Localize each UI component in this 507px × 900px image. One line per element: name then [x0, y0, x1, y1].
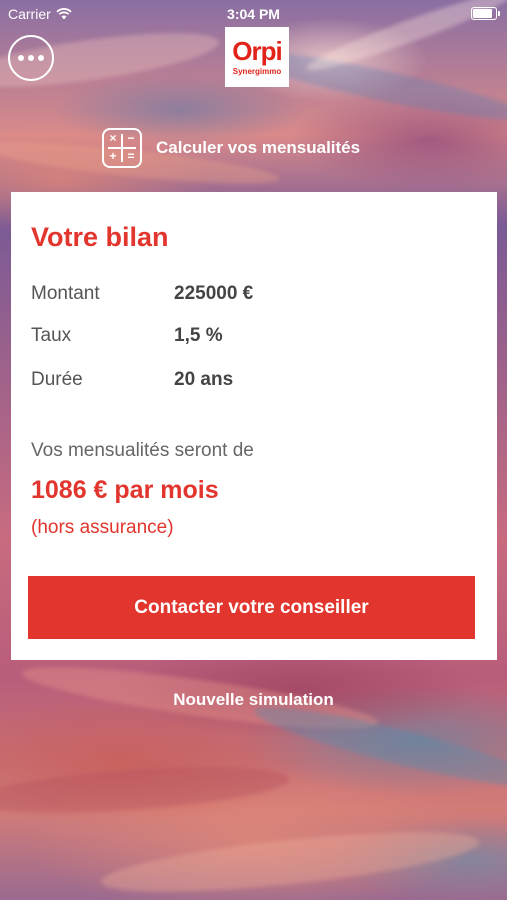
monthly-amount: 1086 € par mois	[31, 476, 219, 504]
orpi-logo: Orpi Synergimmo	[225, 27, 289, 87]
menu-dot	[38, 55, 44, 61]
row-value: 20 ans	[174, 369, 234, 390]
calc-symbol: ×	[109, 131, 117, 145]
status-bar: Carrier 3:04 PM	[0, 0, 507, 26]
monthly-intro: Vos mensualités seront de	[31, 440, 254, 461]
contact-advisor-button[interactable]: Contacter votre conseiller	[28, 576, 475, 639]
status-time: 3:04 PM	[227, 6, 280, 22]
calculator-icon: × − + =	[102, 128, 142, 168]
menu-dot	[28, 55, 34, 61]
insurance-note: (hors assurance)	[31, 517, 174, 538]
calc-symbol: =	[127, 149, 135, 163]
menu-button[interactable]	[8, 35, 54, 81]
calculator-title: Calculer vos mensualités	[156, 138, 361, 157]
new-simulation-link[interactable]: Nouvelle simulation	[0, 690, 507, 710]
calc-symbol: +	[109, 149, 117, 163]
row-label: Taux	[31, 325, 72, 346]
calc-symbol: −	[127, 131, 135, 145]
row-label: Durée	[31, 369, 83, 390]
logo-subtitle: Synergimmo	[232, 67, 282, 76]
row-taux: Taux 1,5 %	[31, 325, 223, 347]
more-horizontal-icon	[18, 55, 24, 61]
row-value: 225000 €	[174, 283, 254, 304]
row-value: 1,5 %	[174, 325, 223, 346]
result-card: Votre bilan Montant 225000 € Taux 1,5 % …	[11, 192, 497, 660]
logo-brand: Orpi	[232, 36, 282, 66]
row-montant: Montant 225000 €	[31, 283, 253, 305]
row-label: Montant	[31, 283, 100, 304]
calculator-header: × − + = Calculer vos mensualités	[102, 126, 360, 170]
row-duree: Durée 20 ans	[31, 369, 233, 391]
battery-icon	[471, 7, 500, 20]
card-title: Votre bilan	[31, 222, 169, 252]
